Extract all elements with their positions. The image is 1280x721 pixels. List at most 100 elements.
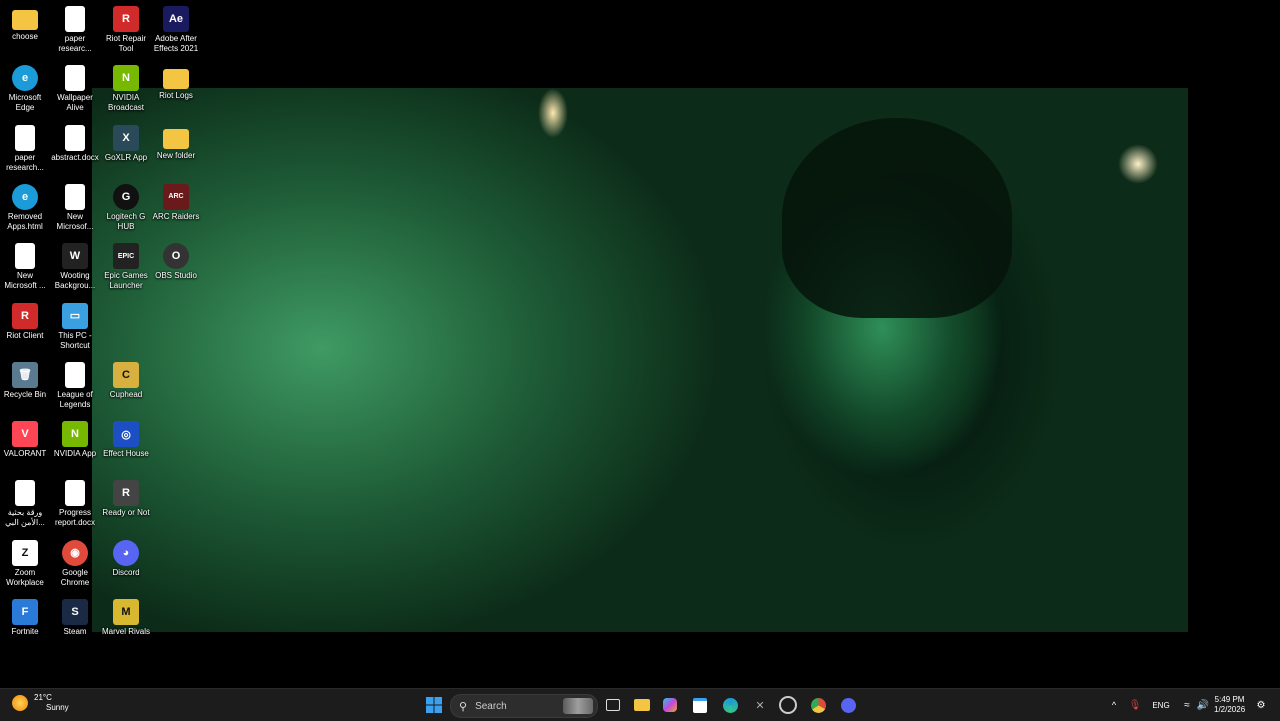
task-view-button[interactable]: [604, 695, 622, 715]
weather-widget[interactable]: 21°C Sunny: [12, 693, 69, 713]
microphone-tray-button[interactable]: 🎙: [1128, 695, 1142, 715]
app-icon: [15, 243, 35, 270]
desktop-icon[interactable]: N NVIDIA Broadcast: [101, 65, 151, 113]
desktop-icon[interactable]: W Wooting Backgrou...: [50, 243, 100, 291]
chrome-button[interactable]: [808, 695, 828, 715]
language-indicator[interactable]: ENG: [1150, 695, 1172, 715]
desktop-icon[interactable]: M Marvel Rivals: [101, 599, 151, 637]
desktop-icon-label: Logitech G HUB: [106, 211, 146, 231]
app-icon: [65, 361, 85, 388]
desktop-icon-label: Riot Client: [6, 330, 44, 340]
copilot-button[interactable]: [660, 695, 680, 715]
app-button[interactable]: [778, 695, 798, 715]
app-icon: [65, 183, 85, 210]
discord-button[interactable]: [838, 695, 858, 715]
desktop-icon[interactable]: e Microsoft Edge: [0, 65, 50, 113]
app-icon: EPIC: [113, 243, 139, 270]
desktop-icon[interactable]: G Logitech G HUB: [101, 183, 151, 232]
app-icon: e: [12, 65, 38, 92]
desktop-icon-label: GoXLR App: [104, 152, 148, 162]
desktop-icon[interactable]: R Riot Client: [0, 302, 50, 341]
windows-icon: [426, 697, 442, 713]
volume-button[interactable]: 🔊: [1196, 695, 1210, 715]
goxlr-button[interactable]: ✕: [750, 695, 770, 715]
show-hidden-icons-button[interactable]: ^: [1108, 695, 1120, 715]
desktop-icon[interactable]: R Riot Repair Tool: [101, 6, 151, 54]
desktop-icon-label: New folder: [156, 150, 196, 160]
desktop-icon[interactable]: N NVIDIA App: [50, 421, 100, 459]
desktop-icon-label: OBS Studio: [155, 271, 197, 281]
desktop-icon[interactable]: Z Zoom Workplace: [0, 539, 50, 588]
app-icon: [65, 124, 85, 151]
store-button[interactable]: [690, 695, 710, 715]
speaker-icon: 🔊: [1196, 699, 1210, 711]
notifications-button[interactable]: ⚙: [1254, 695, 1268, 715]
desktop-icon-label: VALORANT: [3, 449, 47, 459]
app-icon: [65, 6, 85, 32]
taskbar-search[interactable]: ⚲ Search: [450, 694, 598, 718]
app-icon: [65, 480, 85, 507]
desktop-icon[interactable]: ◎ Effect House: [101, 421, 151, 459]
desktop-icon[interactable]: abstract.docx: [50, 124, 100, 163]
app-icon: Z: [12, 539, 38, 566]
desktop-icon[interactable]: F Fortnite: [0, 599, 50, 637]
desktop-icon-label: Wooting Backgrou...: [54, 271, 96, 291]
search-icon: ⚲: [459, 700, 468, 713]
desktop-icon[interactable]: League of Legends: [50, 361, 100, 410]
desktop-icon[interactable]: S Steam: [50, 599, 100, 637]
desktop-icon[interactable]: EPIC Epic Games Launcher: [101, 243, 151, 291]
app-icon: [65, 65, 85, 92]
desktop-icon-label: Cuphead: [109, 389, 143, 399]
app-icon: R: [12, 302, 38, 329]
desktop-icon[interactable]: paper research...: [0, 124, 50, 173]
desktop-icon-label: Recycle Bin: [3, 389, 47, 399]
app-icon: F: [12, 599, 38, 625]
desktop-icon-label: Removed Apps.html: [7, 211, 43, 231]
desktop-icon[interactable]: New Microsoft ...: [0, 243, 50, 291]
desktop-icon[interactable]: e Removed Apps.html: [0, 183, 50, 232]
desktop-icon-label: Google Chrome: [60, 567, 90, 587]
desktop-icon[interactable]: Riot Logs: [151, 65, 201, 101]
desktop-icon[interactable]: paper researc...: [50, 6, 100, 54]
desktop-wallpaper: [92, 88, 1188, 632]
desktop-icon[interactable]: New folder: [151, 125, 201, 161]
desktop-icon-label: New Microsof...: [56, 211, 94, 231]
app-icon: X: [113, 124, 139, 151]
desktop-icon[interactable]: New Microsof...: [50, 183, 100, 232]
app-icon: C: [113, 361, 139, 388]
desktop-icon[interactable]: ARC ARC Raiders: [151, 183, 201, 222]
app-icon: N: [62, 421, 88, 448]
desktop-icon[interactable]: V VALORANT: [0, 421, 50, 459]
desktop-icon-label: League of Legends: [57, 389, 93, 409]
store-icon: [693, 697, 707, 713]
desktop-icon[interactable]: ◕ Discord: [101, 539, 151, 578]
desktop-icon[interactable]: R Ready or Not: [101, 480, 151, 518]
desktop-icon[interactable]: ▭ This PC - Shortcut: [50, 302, 100, 351]
desktop-icon[interactable]: choose: [0, 6, 50, 42]
app-icon: G: [113, 183, 139, 210]
app-icon: [779, 696, 797, 714]
desktop-icon[interactable]: C Cuphead: [101, 361, 151, 400]
wifi-icon: ≈: [1184, 699, 1190, 711]
edge-button[interactable]: [720, 695, 740, 715]
weather-condition: Sunny: [46, 703, 69, 712]
start-button[interactable]: [424, 695, 444, 715]
desktop-icon-label: Steam: [63, 627, 87, 636]
file-explorer-button[interactable]: [632, 695, 652, 715]
desktop-icon[interactable]: Ae Adobe After Effects 2021: [151, 6, 201, 54]
desktop-icon[interactable]: Progress report.docx: [50, 480, 100, 528]
desktop-icon[interactable]: ◉ Google Chrome: [50, 539, 100, 588]
wifi-button[interactable]: ≈: [1180, 695, 1194, 715]
desktop-icon[interactable]: ورقة بحثية الأمن البي...: [0, 480, 50, 528]
search-highlight-image: [563, 698, 593, 714]
clock-date: 1/2/2026: [1214, 705, 1246, 714]
candle-glow: [1118, 144, 1158, 184]
app-icon: R: [113, 480, 139, 507]
desktop-icon[interactable]: O OBS Studio: [151, 243, 201, 281]
app-icon: S: [62, 599, 88, 625]
taskbar-clock[interactable]: 5:49 PM 1/2/2026: [1214, 695, 1245, 715]
desktop-icon[interactable]: Wallpaper Alive: [50, 65, 100, 113]
desktop-icon[interactable]: X GoXLR App: [101, 124, 151, 163]
desktop-icon-label: Zoom Workplace: [6, 567, 44, 587]
desktop-icon[interactable]: 🗑 Recycle Bin: [0, 361, 50, 400]
